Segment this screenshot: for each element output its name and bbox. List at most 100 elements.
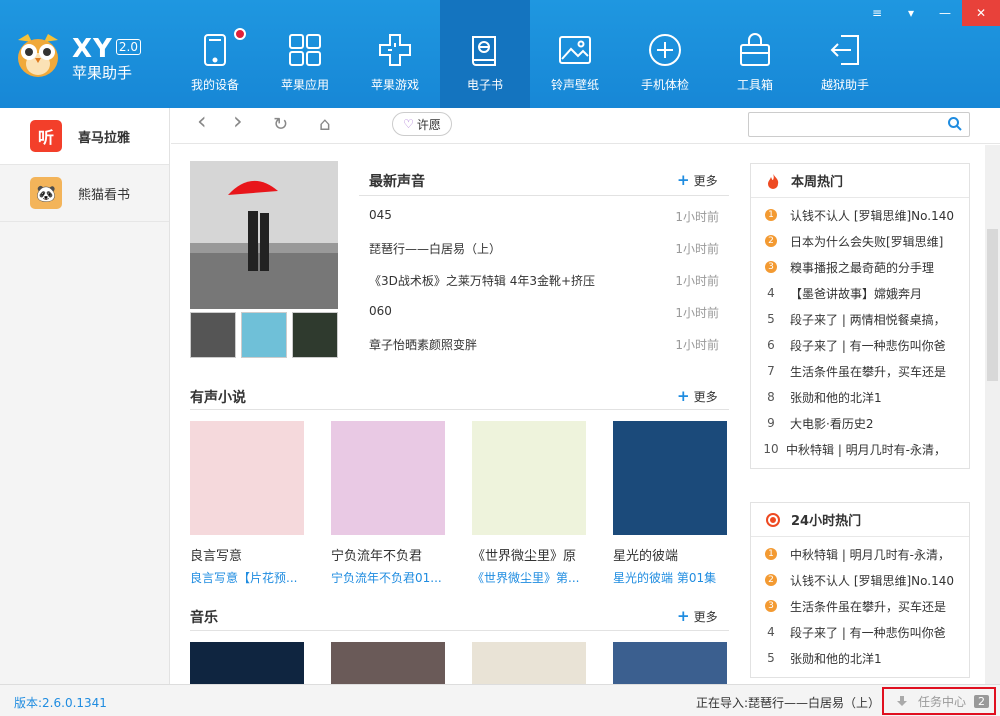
item-time: 1小时前 xyxy=(675,242,719,256)
home-icon[interactable]: ⌂ xyxy=(319,116,330,134)
item-title: 045 xyxy=(369,208,392,222)
hot-item[interactable]: 9 大电影·看历史2 xyxy=(751,410,969,436)
featured-image[interactable] xyxy=(190,161,338,309)
book-cover[interactable] xyxy=(472,421,586,535)
scrollbar-thumb[interactable] xyxy=(987,229,998,381)
book-cover[interactable] xyxy=(613,421,727,535)
download-arrow-icon xyxy=(897,696,907,706)
book-episode-link[interactable]: 宁负流年不负君01... xyxy=(331,569,445,586)
hot-item-text: 张勋和他的北洋1 xyxy=(790,651,882,666)
panda-icon: 🐼 xyxy=(30,177,62,209)
hot-item[interactable]: 10 中秋特辑 | 明月几时有-永清， xyxy=(751,436,969,462)
task-count-badge: 2 xyxy=(974,694,990,708)
music-cover[interactable] xyxy=(613,642,727,684)
book-episode-link[interactable]: 《世界微尘里》第... xyxy=(472,569,586,586)
sidebar-item-panda-reader[interactable]: 🐼 熊猫看书 xyxy=(0,165,169,222)
book-cover[interactable] xyxy=(331,421,445,535)
rank-number: 5 xyxy=(767,651,775,665)
hot-item[interactable]: 1 认钱不认人 [罗辑思维]No.140 xyxy=(751,202,969,228)
heart-icon: ♡ xyxy=(403,117,414,131)
nav-label: 工具箱 xyxy=(736,78,773,92)
book-episode-link[interactable]: 良言写意【片花预... xyxy=(190,569,304,586)
rank-badge: 3 xyxy=(765,600,777,612)
hot-item[interactable]: 3 生活条件虽在攀升，买车还是 xyxy=(751,593,969,619)
flame-icon xyxy=(768,173,779,189)
novels-more-link[interactable]: + 更多 xyxy=(677,387,718,405)
sidebar-item-ximalaya[interactable]: 听 喜马拉雅 xyxy=(0,108,169,165)
nav-phone-check[interactable]: 手机体检 xyxy=(620,0,710,108)
wish-button[interactable]: ♡ 许愿 xyxy=(392,112,452,136)
hot-item[interactable]: 4 【墨爸讲故事】嫦娥奔月 xyxy=(751,280,969,306)
book-name[interactable]: 星光的彼端 xyxy=(613,545,727,564)
list-item[interactable]: 060 1小时前 xyxy=(369,304,719,336)
close-icon[interactable]: ✕ xyxy=(962,0,1000,26)
back-icon[interactable]: ‹ xyxy=(197,109,207,133)
book-name[interactable]: 《世界微尘里》原 xyxy=(472,545,586,564)
task-center-button[interactable]: 任务中心 2 xyxy=(882,687,996,715)
hot-item[interactable]: 3 糗事播报之最奇葩的分手理 xyxy=(751,254,969,280)
hot-item[interactable]: 6 段子来了 | 有一种悲伤叫你爸 xyxy=(751,332,969,358)
book-card[interactable]: 宁负流年不负君 宁负流年不负君01... xyxy=(331,421,445,586)
search-icon[interactable] xyxy=(947,116,963,132)
thumbnail[interactable] xyxy=(190,312,236,358)
divider xyxy=(359,195,729,196)
hot-item-text: 大电影·看历史2 xyxy=(790,416,874,431)
dropdown-icon[interactable]: ▾ xyxy=(894,0,928,26)
list-item[interactable]: 045 1小时前 xyxy=(369,208,719,240)
rank-number: 9 xyxy=(767,416,775,430)
panel-header: 本周热门 xyxy=(751,164,969,198)
latest-more-link[interactable]: + 更多 xyxy=(677,171,718,189)
wish-label: 许愿 xyxy=(416,117,441,132)
hot-item-text: 段子来了 | 有一种悲伤叫你爸 xyxy=(790,625,946,640)
hot-item-text: 中秋特辑 | 明月几时有-永清， xyxy=(790,547,951,562)
book-card[interactable]: 星光的彼端星光的彼端 第01集 xyxy=(613,421,727,586)
minimize-icon[interactable]: — xyxy=(928,0,962,26)
music-more-link[interactable]: + 更多 xyxy=(677,607,718,625)
music-cover[interactable] xyxy=(472,642,586,684)
hot-item[interactable]: 7 生活条件虽在攀升，买车还是 xyxy=(751,358,969,384)
hot-item-text: 糗事播报之最奇葩的分手理 xyxy=(790,260,935,275)
search-input[interactable] xyxy=(748,112,970,137)
thumbnail[interactable] xyxy=(241,312,287,358)
book-episode-link[interactable]: 星光的彼端 第01集 xyxy=(613,569,727,586)
music-title: 音乐 xyxy=(190,610,218,626)
hot-item[interactable]: 5 段子来了 | 两情相悦餐桌搞， xyxy=(751,306,969,332)
rank-badge: 2 xyxy=(765,235,777,247)
hot-item-text: 认钱不认人 [罗辑思维]No.140 xyxy=(790,573,955,588)
apps-grid-icon xyxy=(289,34,321,66)
refresh-icon[interactable]: ↻ xyxy=(273,116,288,134)
book-card[interactable]: 良言写意良言写意【片花预... xyxy=(190,421,304,586)
nav-apple-games[interactable]: 苹果游戏 xyxy=(350,0,440,108)
nav-my-device[interactable]: 我的设备 xyxy=(170,0,260,108)
nav-label: 我的设备 xyxy=(190,78,239,92)
menu-icon[interactable]: ≡ xyxy=(860,0,894,26)
music-cover[interactable] xyxy=(331,642,445,684)
book-card[interactable]: 《世界微尘里》原 《世界微尘里》第... xyxy=(472,421,586,586)
music-cover[interactable] xyxy=(190,642,304,684)
hot-item[interactable]: 1 中秋特辑 | 明月几时有-永清， xyxy=(751,541,969,567)
hot-item[interactable]: 2 日本为什么会失败[罗辑思维] xyxy=(751,228,969,254)
hot-item-text: 段子来了 | 有一种悲伤叫你爸 xyxy=(790,338,946,353)
hot-item[interactable]: 4 段子来了 | 有一种悲伤叫你爸 xyxy=(751,619,969,645)
nav-toolbox[interactable]: 工具箱 xyxy=(710,0,800,108)
vertical-scrollbar[interactable] xyxy=(985,145,1000,684)
book-cover[interactable] xyxy=(190,421,304,535)
book-name[interactable]: 良言写意 xyxy=(190,545,304,564)
nav-ebook[interactable]: 电子书 xyxy=(440,0,530,108)
list-item[interactable]: 琵琶行——白居易（上） 1小时前 xyxy=(369,240,719,272)
hot-item[interactable]: 8 张勋和他的北洋1 xyxy=(751,384,969,410)
nav-ringtone-wallpaper[interactable]: 铃声壁纸 xyxy=(530,0,620,108)
latest-title: 最新声音 xyxy=(369,174,425,190)
nav-label: 苹果应用 xyxy=(280,78,329,92)
version-label[interactable]: 版本:2.6.0.1341 xyxy=(14,694,107,711)
novels-title: 有声小说 xyxy=(190,390,246,406)
thumbnail[interactable] xyxy=(292,312,338,358)
book-name[interactable]: 宁负流年不负君 xyxy=(331,545,445,564)
list-item[interactable]: 章子怡晒素颜照变胖 1小时前 xyxy=(369,336,719,368)
hot-item[interactable]: 5 张勋和他的北洋1 xyxy=(751,645,969,671)
list-item[interactable]: 《3D战术板》之莱万特辑 4年3金靴+挤压 1小时前 xyxy=(369,272,719,304)
hot-item-text: 认钱不认人 [罗辑思维]No.140 xyxy=(790,208,955,223)
hot-item[interactable]: 2 认钱不认人 [罗辑思维]No.140 xyxy=(751,567,969,593)
forward-icon[interactable]: › xyxy=(233,109,243,133)
nav-apple-apps[interactable]: 苹果应用 xyxy=(260,0,350,108)
